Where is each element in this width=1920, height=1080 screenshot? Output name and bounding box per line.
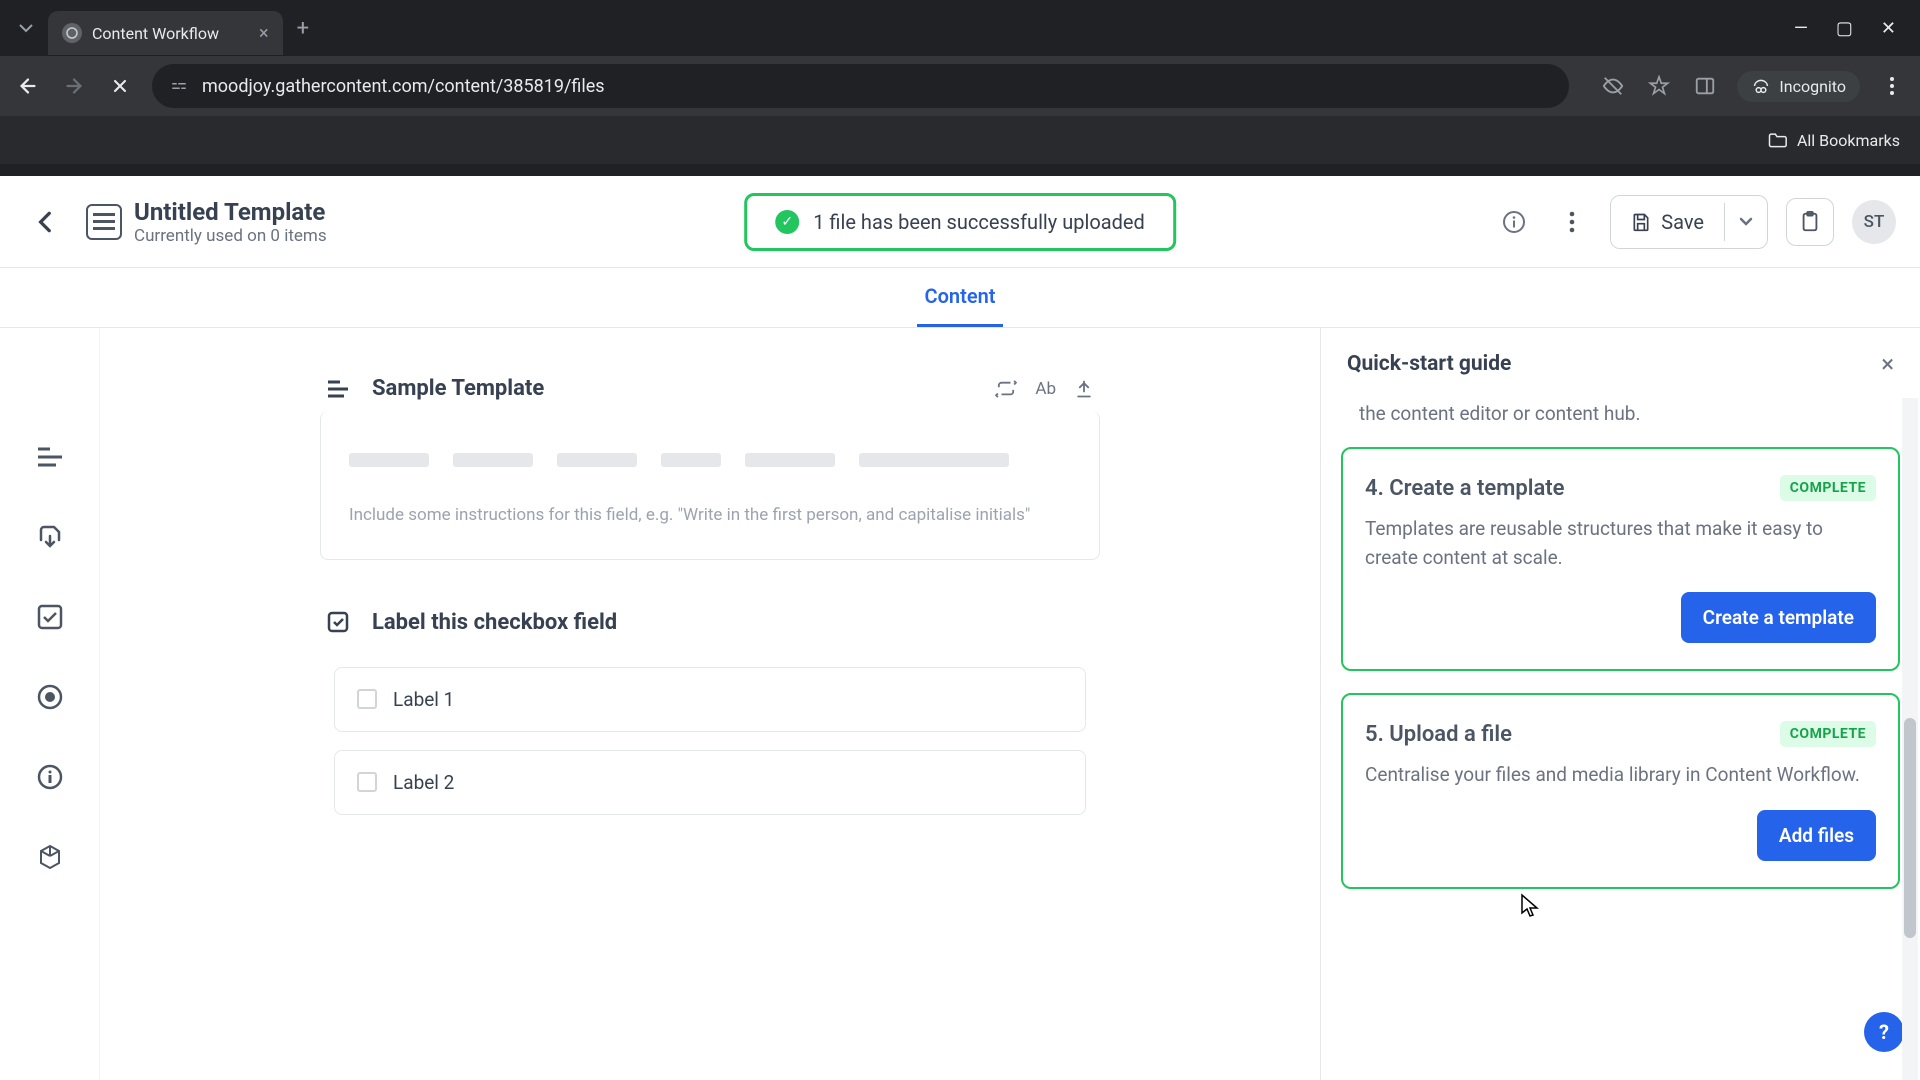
- sidebar-close-icon[interactable]: ×: [1881, 350, 1894, 378]
- check-circle-icon: ✓: [775, 210, 799, 234]
- guide-step-4: 4. Create a template COMPLETE Templates …: [1341, 447, 1900, 671]
- guide-step-title: 4. Create a template: [1365, 476, 1565, 501]
- info-button[interactable]: [1494, 202, 1534, 242]
- user-avatar[interactable]: ST: [1852, 200, 1896, 244]
- save-dropdown-button[interactable]: [1724, 203, 1767, 241]
- create-template-button[interactable]: Create a template: [1681, 592, 1876, 643]
- panel-icon[interactable]: [1691, 75, 1719, 97]
- sidebar-title: Quick-start guide: [1347, 352, 1511, 376]
- tab-bar: Content Workflow × + — ▢ ✕: [0, 0, 1920, 56]
- component-field-icon[interactable]: [31, 838, 69, 876]
- browser-menu-icon[interactable]: [1878, 76, 1906, 96]
- editor-canvas: Sample Template Ab Include some instruct…: [100, 328, 1320, 1080]
- back-button[interactable]: [24, 200, 68, 244]
- partial-step-text: the content editor or content hub.: [1341, 400, 1900, 447]
- nav-bar: moodjoy.gathercontent.com/content/385819…: [0, 56, 1920, 116]
- incognito-icon: [1751, 78, 1771, 94]
- success-toast: ✓ 1 file has been successfully uploaded: [744, 193, 1176, 251]
- content-tabs: Content: [0, 268, 1920, 328]
- toast-message: 1 file has been successfully uploaded: [813, 210, 1145, 234]
- guide-step-title: 5. Upload a file: [1365, 722, 1512, 747]
- tab-list-dropdown[interactable]: [12, 14, 40, 42]
- guide-step-5: 5. Upload a file COMPLETE Centralise you…: [1341, 693, 1900, 889]
- save-label: Save: [1661, 210, 1704, 234]
- checkbox-input[interactable]: [357, 772, 377, 792]
- add-files-button[interactable]: Add files: [1757, 810, 1876, 861]
- page-title: Untitled Template: [134, 198, 327, 226]
- sidebar-scrollbar[interactable]: [1902, 398, 1918, 1080]
- help-bubble-button[interactable]: ?: [1864, 1012, 1904, 1052]
- incognito-label: Incognito: [1779, 77, 1846, 96]
- complete-badge: COMPLETE: [1780, 721, 1876, 747]
- attachment-field-icon[interactable]: [31, 518, 69, 556]
- minimize-icon[interactable]: —: [1794, 18, 1808, 39]
- page-subtitle: Currently used on 0 items: [134, 226, 327, 246]
- checkbox-icon: [326, 610, 354, 634]
- text-field-icon[interactable]: [31, 438, 69, 476]
- eye-off-icon[interactable]: [1599, 75, 1627, 97]
- save-icon: [1631, 212, 1651, 232]
- export-icon[interactable]: [1074, 379, 1094, 399]
- save-button-group: Save: [1610, 195, 1768, 249]
- address-bar[interactable]: moodjoy.gathercontent.com/content/385819…: [152, 64, 1569, 108]
- checkbox-option[interactable]: Label 2: [334, 750, 1086, 815]
- tab-content[interactable]: Content: [917, 268, 1004, 327]
- checkbox-input[interactable]: [357, 689, 377, 709]
- more-options-button[interactable]: [1552, 202, 1592, 242]
- template-icon: [86, 204, 122, 240]
- scrollbar-thumb[interactable]: [1904, 718, 1916, 938]
- tab-close-icon[interactable]: ×: [259, 23, 269, 44]
- window-controls: — ▢ ✕: [1794, 18, 1908, 39]
- char-count-toggle[interactable]: Ab: [1035, 379, 1056, 399]
- browser-tab[interactable]: Content Workflow ×: [48, 11, 283, 55]
- browser-chrome: Content Workflow × + — ▢ ✕ moodjoy.gathe…: [0, 0, 1920, 176]
- tab-favicon-icon: [62, 23, 82, 43]
- checkbox-field-icon[interactable]: [31, 598, 69, 636]
- checkbox-field-card[interactable]: Label this checkbox field Label 1 Label …: [320, 600, 1100, 837]
- checkbox-option-label: Label 1: [393, 688, 454, 711]
- main-area: Sample Template Ab Include some instruct…: [0, 328, 1920, 1080]
- radio-field-icon[interactable]: [31, 678, 69, 716]
- maximize-icon[interactable]: ▢: [1836, 18, 1853, 39]
- bookmarks-bar: All Bookmarks: [0, 116, 1920, 164]
- field-title[interactable]: Sample Template: [372, 376, 977, 401]
- save-button[interactable]: Save: [1611, 196, 1724, 248]
- complete-badge: COMPLETE: [1780, 475, 1876, 501]
- url-text: moodjoy.gathercontent.com/content/385819…: [202, 76, 605, 97]
- new-tab-button[interactable]: +: [297, 16, 309, 41]
- text-align-icon: [326, 379, 354, 399]
- all-bookmarks-link[interactable]: All Bookmarks: [1797, 131, 1900, 150]
- nav-forward-icon[interactable]: [60, 75, 88, 97]
- guide-step-desc: Templates are reusable structures that m…: [1365, 515, 1876, 572]
- field-type-rail: [0, 328, 100, 1080]
- site-settings-icon[interactable]: [170, 77, 188, 95]
- checkbox-option[interactable]: Label 1: [334, 667, 1086, 732]
- tab-title: Content Workflow: [92, 24, 219, 43]
- content-skeleton: [321, 411, 1099, 495]
- field-title[interactable]: Label this checkbox field: [372, 610, 1094, 635]
- app-header: Untitled Template Currently used on 0 it…: [0, 176, 1920, 268]
- field-instructions[interactable]: Include some instructions for this field…: [321, 495, 1099, 559]
- close-window-icon[interactable]: ✕: [1881, 18, 1896, 39]
- guide-step-desc: Centralise your files and media library …: [1365, 761, 1876, 790]
- bookmark-star-icon[interactable]: [1645, 75, 1673, 97]
- quick-start-sidebar: Quick-start guide × the content editor o…: [1320, 328, 1920, 1080]
- guidelines-field-icon[interactable]: [31, 758, 69, 796]
- nav-back-icon[interactable]: [14, 75, 42, 97]
- assign-button[interactable]: [1786, 198, 1834, 246]
- folder-icon: [1767, 131, 1787, 149]
- text-field-card[interactable]: Sample Template Ab Include some instruct…: [320, 366, 1100, 560]
- repeatable-icon[interactable]: [995, 380, 1017, 398]
- nav-stop-icon[interactable]: [106, 76, 134, 96]
- checkbox-option-label: Label 2: [393, 771, 454, 794]
- incognito-indicator[interactable]: Incognito: [1737, 71, 1860, 102]
